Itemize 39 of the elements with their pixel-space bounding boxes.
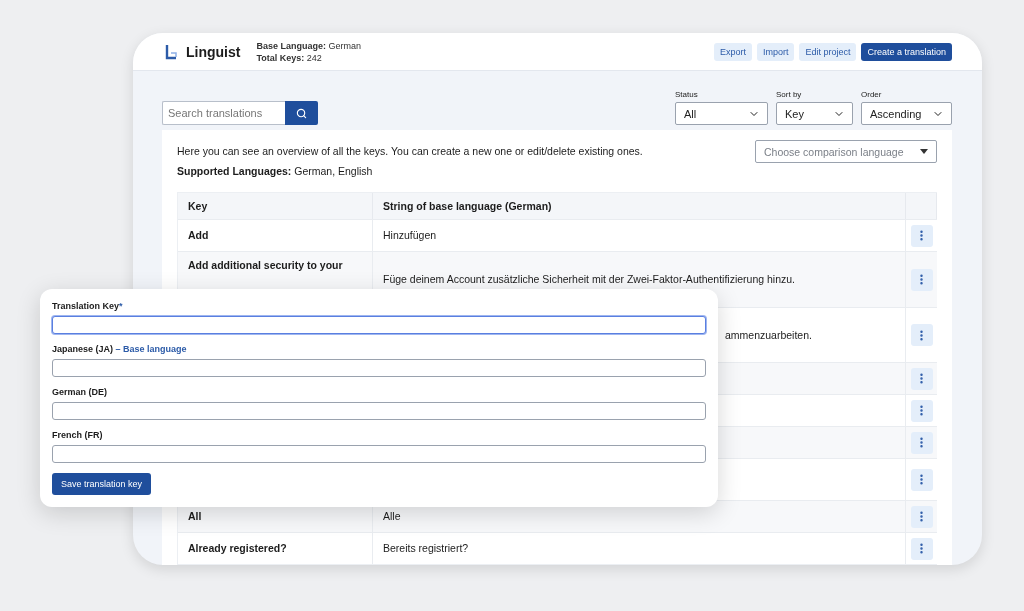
intro-text: Here you can see an overview of all the keys. You can create a new one or edit/delete existing ones. (177, 145, 643, 157)
header-button[interactable]: Import (756, 42, 795, 61)
more-button[interactable] (910, 468, 933, 491)
field-label: German (DE) (52, 387, 108, 397)
comparison-select[interactable]: Choose comparison language (755, 140, 937, 163)
key-cell: Add (178, 219, 373, 251)
supported-languages: Supported Languages: German, English (177, 165, 374, 177)
more-button[interactable] (910, 268, 933, 291)
filter-label: Order (861, 90, 883, 99)
filter-select[interactable]: Key (776, 102, 853, 125)
header-button[interactable]: Export (713, 42, 752, 61)
filter-label: Status (675, 90, 699, 99)
value-cell: Bereits registriert? (373, 532, 906, 564)
search-button[interactable] (285, 101, 318, 125)
input-field[interactable] (52, 445, 706, 463)
search-icon (296, 107, 307, 119)
field-label: Translation Key* (52, 301, 124, 311)
header-button[interactable]: Edit project (799, 42, 857, 61)
filter-select[interactable]: All (675, 102, 768, 125)
field-label: French (FR) (52, 430, 104, 440)
project-meta: Total Keys: 242 (256, 51, 323, 64)
column-header: Key (178, 193, 373, 219)
search-field[interactable]: Search translations (162, 101, 285, 125)
filter-select[interactable]: Ascending (861, 102, 952, 125)
filter-label: Sort by (776, 90, 803, 99)
field-label: Japanese (JA) – Base language (52, 344, 188, 354)
more-button[interactable] (910, 324, 933, 346)
input-field[interactable] (52, 402, 706, 420)
logo-icon (165, 43, 178, 60)
caret-down-icon (920, 149, 928, 154)
app-name: Linguist (186, 43, 241, 60)
key-cell: Already registered? (178, 532, 373, 564)
value-cell: Hinzufügen (373, 219, 906, 251)
save-button[interactable]: Save translation key (52, 473, 152, 495)
input-field[interactable] (52, 359, 706, 377)
create-button[interactable]: Create a translation (861, 42, 952, 61)
project-meta: Base Language: German (256, 39, 361, 52)
column-header: String of base language (German) (373, 193, 906, 219)
input-field[interactable] (52, 316, 706, 334)
